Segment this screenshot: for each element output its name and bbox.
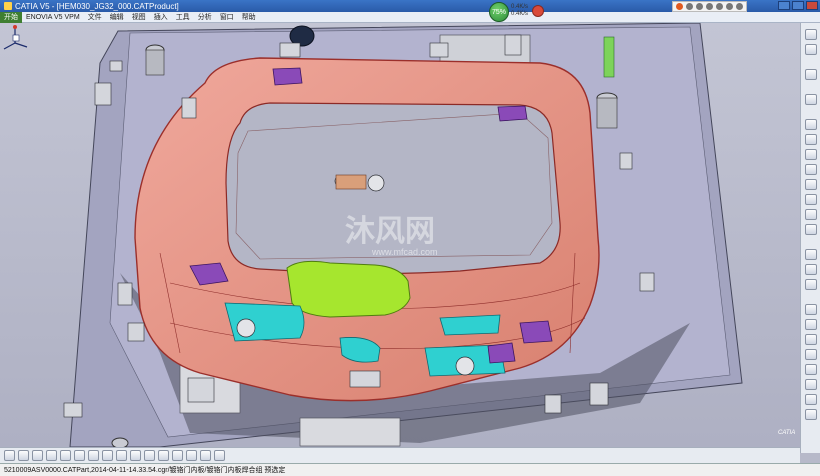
cube-view-icon[interactable] — [186, 450, 197, 461]
zoom-in-icon[interactable] — [60, 450, 71, 461]
render-icon[interactable] — [804, 194, 817, 205]
flag-icon[interactable] — [804, 394, 817, 405]
right-toolbar — [800, 23, 820, 453]
3d-compass-icon[interactable] — [0, 23, 30, 53]
close-icon[interactable] — [806, 1, 818, 10]
product-icon[interactable] — [804, 179, 817, 190]
ime-toolbar[interactable] — [672, 1, 747, 12]
model-canvas[interactable]: 沐风网 www.mfcad.com — [0, 23, 800, 447]
menu-bar: 开始 ENOVIA V5 VPM 文件 编辑 视图 插入 工具 分析 窗口 帮助 — [0, 11, 820, 23]
ime-mode-icon[interactable] — [686, 3, 693, 10]
part-icon[interactable] — [804, 164, 817, 175]
shading-icon[interactable] — [116, 450, 127, 461]
bom-icon[interactable] — [804, 319, 817, 330]
assembly-icon[interactable] — [804, 149, 817, 160]
menu-window[interactable]: 窗口 — [216, 12, 238, 23]
window-controls — [778, 1, 818, 10]
fit-all-icon[interactable] — [18, 450, 29, 461]
menu-insert[interactable]: 插入 — [150, 12, 172, 23]
menu-analyze[interactable]: 分析 — [194, 12, 216, 23]
catia-app-icon — [4, 2, 12, 10]
normal-view-icon[interactable] — [88, 450, 99, 461]
light-icon[interactable] — [804, 224, 817, 235]
menu-file[interactable]: 文件 — [84, 12, 106, 23]
ime-punct-icon[interactable] — [696, 3, 703, 10]
ok-icon[interactable] — [804, 249, 817, 260]
status-bar: 5210009ASV0000.CATPart,2014-04-11-14.33.… — [0, 463, 820, 476]
window-title: CATIA V5 - [HEM030_JG32_000.CATProduct] — [15, 1, 179, 11]
upload-speed: 0.4K/s — [511, 4, 529, 10]
render-style-icon[interactable] — [172, 450, 183, 461]
sketcher-icon[interactable] — [804, 29, 817, 40]
rotate-icon[interactable] — [46, 450, 57, 461]
undo-icon[interactable] — [804, 94, 817, 105]
analysis-icon[interactable] — [804, 209, 817, 220]
status-text: 5210009ASV0000.CATPart,2014-04-11-14.33.… — [4, 467, 286, 474]
clash-icon[interactable] — [804, 279, 817, 290]
constraint-icon[interactable] — [804, 134, 817, 145]
menu-edit[interactable]: 编辑 — [106, 12, 128, 23]
ime-keyboard-icon[interactable] — [716, 3, 723, 10]
layer-icon[interactable] — [158, 450, 169, 461]
snap-icon[interactable] — [804, 264, 817, 275]
properties-icon[interactable] — [200, 450, 211, 461]
menu-help[interactable]: 帮助 — [238, 12, 260, 23]
3d-viewport[interactable]: 沐风网 www.mfcad.com — [0, 23, 800, 447]
accelerator-ball-icon[interactable] — [532, 5, 544, 17]
ime-skin-icon[interactable] — [726, 3, 733, 10]
select-icon[interactable] — [4, 450, 15, 461]
swap-icon[interactable] — [144, 450, 155, 461]
publish-icon[interactable] — [804, 364, 817, 375]
measure-icon[interactable] — [804, 119, 817, 130]
watermark-url: www.mfcad.com — [371, 247, 438, 257]
camera-icon[interactable] — [804, 349, 817, 360]
iso-view-icon[interactable] — [102, 450, 113, 461]
compass-icon[interactable] — [804, 44, 817, 55]
scene-icon[interactable] — [804, 334, 817, 345]
ime-mic-icon[interactable] — [706, 3, 713, 10]
minimize-icon[interactable] — [778, 1, 790, 10]
lamp-icon[interactable] — [804, 379, 817, 390]
catia-window: CATIA V5 - [HEM030_JG32_000.CATProduct] … — [0, 0, 820, 476]
download-speed: 0.4K/s — [511, 11, 529, 17]
zoom-out-icon[interactable] — [74, 450, 85, 461]
menu-enovia[interactable]: ENOVIA V5 VPM — [22, 12, 84, 23]
viewpoint-icon[interactable] — [214, 450, 225, 461]
section-icon[interactable] — [804, 304, 817, 315]
highlight-part-reinforcement[interactable] — [286, 260, 411, 318]
menu-view[interactable]: 视图 — [128, 12, 150, 23]
network-speed: 0.4K/s 0.4K/s — [511, 4, 528, 18]
hide-icon[interactable] — [130, 450, 141, 461]
network-badge[interactable]: 75% — [489, 2, 509, 22]
menu-tools[interactable]: 工具 — [172, 12, 194, 23]
catia-logo: CATIA — [778, 430, 796, 436]
menu-start[interactable]: 开始 — [0, 11, 22, 23]
view-toolbar — [0, 447, 800, 463]
orange-bracket[interactable] — [335, 174, 367, 190]
group-icon[interactable] — [804, 409, 817, 420]
ime-tools-icon[interactable] — [736, 3, 743, 10]
cut-icon[interactable] — [804, 69, 817, 80]
sogou-icon[interactable] — [676, 3, 683, 10]
pan-icon[interactable] — [32, 450, 43, 461]
maximize-icon[interactable] — [792, 1, 804, 10]
watermark-text: 沐风网 — [345, 215, 435, 248]
